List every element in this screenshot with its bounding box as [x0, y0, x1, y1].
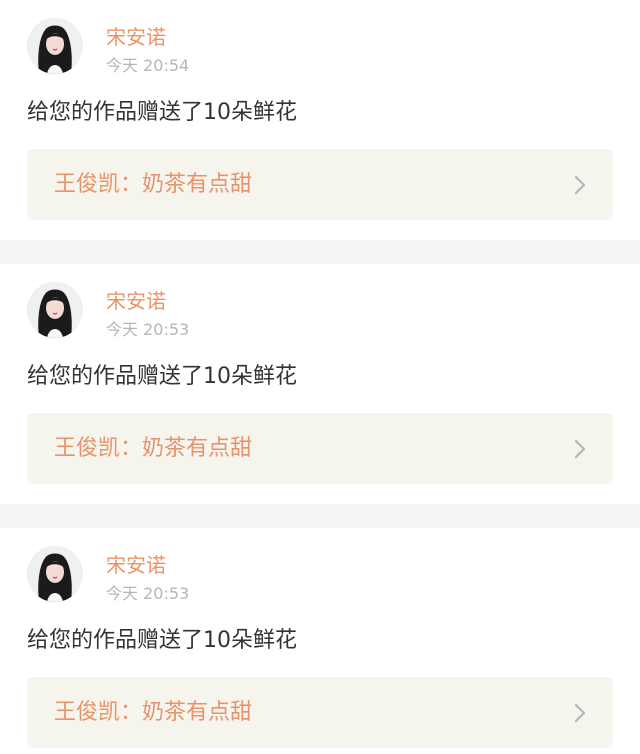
notification-message: 给您的作品赠送了10朵鲜花	[27, 628, 297, 653]
timestamp: 今天 20:54	[106, 56, 190, 75]
work-title: 王俊凯：奶茶有点甜	[54, 172, 253, 197]
chevron-right-icon	[574, 175, 586, 195]
chevron-right-icon	[574, 439, 586, 459]
timestamp: 今天 20:53	[106, 320, 190, 339]
timestamp: 今天 20:53	[106, 584, 190, 603]
work-link[interactable]: 王俊凯：奶茶有点甜	[27, 149, 613, 220]
chevron-right-icon	[574, 703, 586, 723]
notification-card: 宋安诺 今天 20:54 给您的作品赠送了10朵鲜花 王俊凯：奶茶有点甜	[0, 0, 640, 240]
notification-card: 宋安诺 今天 20:53 给您的作品赠送了10朵鲜花 王俊凯：奶茶有点甜	[0, 264, 640, 504]
work-title: 王俊凯：奶茶有点甜	[54, 700, 253, 725]
avatar-icon	[27, 546, 83, 602]
username[interactable]: 宋安诺	[106, 552, 166, 578]
username[interactable]: 宋安诺	[106, 24, 166, 50]
avatar-icon	[27, 18, 83, 74]
work-title: 王俊凯：奶茶有点甜	[54, 436, 253, 461]
user-avatar[interactable]	[27, 282, 83, 338]
notification-message: 给您的作品赠送了10朵鲜花	[27, 364, 297, 389]
work-link[interactable]: 王俊凯：奶茶有点甜	[27, 413, 613, 484]
notification-list: 宋安诺 今天 20:54 给您的作品赠送了10朵鲜花 王俊凯：奶茶有点甜 宋安诺…	[0, 0, 640, 754]
username[interactable]: 宋安诺	[106, 288, 166, 314]
work-link[interactable]: 王俊凯：奶茶有点甜	[27, 677, 613, 748]
user-avatar[interactable]	[27, 18, 83, 74]
notification-card: 宋安诺 今天 20:53 给您的作品赠送了10朵鲜花 王俊凯：奶茶有点甜	[0, 528, 640, 754]
avatar-icon	[27, 282, 83, 338]
notification-message: 给您的作品赠送了10朵鲜花	[27, 100, 297, 125]
user-avatar[interactable]	[27, 546, 83, 602]
